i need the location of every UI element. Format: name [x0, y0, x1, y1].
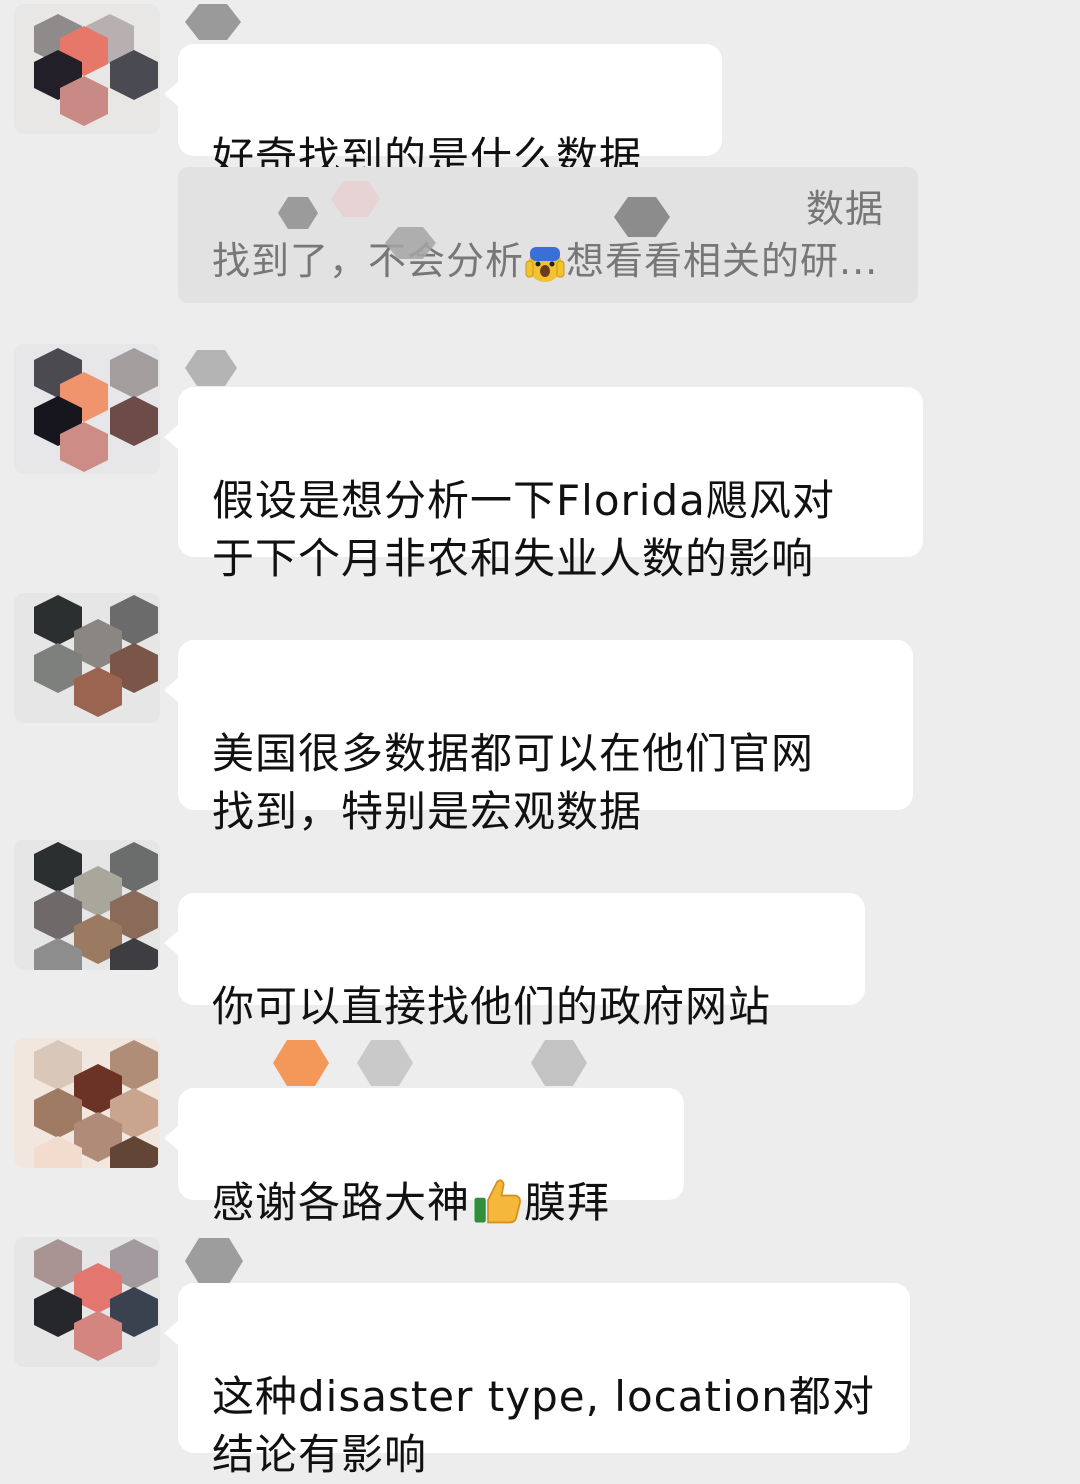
message-bubble[interactable]: 美国很多数据都可以在他们官网 找到，特别是宏观数据: [164, 640, 913, 836]
thumbs-up-icon: [474, 1179, 521, 1224]
avatar[interactable]: [14, 4, 160, 134]
message-text: 你可以直接找他们的政府网站: [212, 982, 772, 1031]
avatar-hexagon-mosaic-icon: [14, 840, 160, 970]
quote-text-line-2-start: 找到了，不会分析: [212, 239, 525, 283]
avatar-hexagon-mosaic-icon: [14, 344, 160, 474]
avatar[interactable]: [14, 344, 160, 474]
scared-face-icon: [525, 246, 565, 282]
avatar[interactable]: [14, 1038, 160, 1168]
message-text-end: 膜拜: [524, 1178, 611, 1227]
message-text-start: 感谢各路大神: [212, 1178, 471, 1227]
avatar-hexagon-mosaic-icon: [14, 4, 160, 134]
message-text: 这种disaster type, location都对 结论有影响: [212, 1372, 875, 1479]
quote-text-line-2-end: 想看看相关的研...: [566, 239, 879, 283]
redacted-nickname-icon: [273, 1040, 587, 1086]
sender-nickname: [185, 346, 445, 392]
avatar[interactable]: [14, 593, 160, 723]
message-text: 假设是想分析一下Florida飓风对 于下个月非农和失业人数的影响: [212, 476, 835, 583]
sender-nickname: [185, 0, 445, 46]
avatar[interactable]: [14, 1237, 160, 1367]
redacted-nickname-icon: [185, 1238, 243, 1284]
quote-line-1: 数据: [212, 183, 884, 235]
quote-text-line-1: 数据: [805, 187, 884, 231]
message-bubble[interactable]: 感谢各路大神 膜拜: [164, 1088, 684, 1227]
message-bubble[interactable]: 你可以直接找他们的政府网站: [164, 893, 865, 1031]
message-bubble[interactable]: 好奇找到的是什么数据: [164, 44, 722, 182]
avatar-hexagon-mosaic-icon: [14, 1038, 160, 1168]
avatar-hexagon-mosaic-icon: [14, 1237, 160, 1367]
message-bubble[interactable]: 假设是想分析一下Florida飓风对 于下个月非农和失业人数的影响: [164, 387, 923, 583]
quoted-message[interactable]: 数据 找到了，不会分析 想看看相关的研...: [178, 167, 918, 303]
sender-nickname: [185, 1236, 445, 1284]
avatar-hexagon-mosaic-icon: [14, 593, 160, 723]
message-bubble[interactable]: 这种disaster type, location都对 结论有影响: [164, 1283, 910, 1479]
sender-nickname: [185, 1038, 587, 1086]
message-text: 美国很多数据都可以在他们官网 找到，特别是宏观数据: [212, 729, 815, 836]
redacted-nickname-icon: [185, 4, 241, 40]
quote-line-2: 找到了，不会分析 想看看相关的研...: [212, 235, 884, 287]
avatar[interactable]: [14, 840, 160, 970]
redacted-nickname-icon: [185, 350, 237, 386]
